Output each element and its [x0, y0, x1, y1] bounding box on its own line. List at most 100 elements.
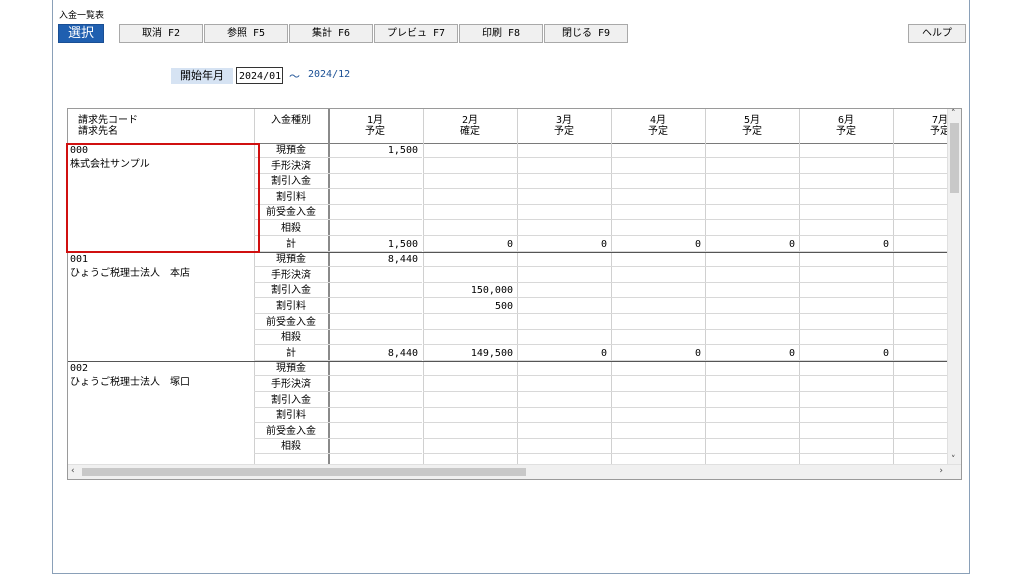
amount-cell[interactable]: [799, 424, 893, 439]
amount-cell[interactable]: [705, 268, 799, 283]
amount-cell[interactable]: [705, 205, 799, 221]
amount-cell[interactable]: [611, 299, 705, 314]
table-row[interactable]: 割引料 500: [68, 299, 948, 315]
amount-cell[interactable]: [517, 159, 611, 174]
amount-cell[interactable]: [423, 252, 517, 268]
amount-cell[interactable]: 0: [517, 346, 611, 361]
amount-cell[interactable]: [893, 237, 948, 252]
amount-cell[interactable]: [517, 408, 611, 424]
amount-cell[interactable]: [328, 315, 422, 330]
amount-cell[interactable]: [611, 408, 705, 424]
amount-cell[interactable]: [799, 299, 893, 314]
vertical-scroll-thumb[interactable]: [950, 123, 959, 193]
amount-cell[interactable]: [893, 159, 948, 174]
table-row[interactable]: 割引料: [68, 408, 948, 424]
amount-cell[interactable]: [328, 221, 422, 236]
amount-cell[interactable]: [705, 221, 799, 236]
amount-cell[interactable]: [893, 408, 948, 424]
amount-cell[interactable]: [799, 330, 893, 346]
table-row[interactable]: 現預金 8,440: [68, 252, 948, 268]
amount-cell[interactable]: [705, 393, 799, 408]
amount-cell[interactable]: [893, 346, 948, 361]
amount-cell[interactable]: [423, 408, 517, 424]
amount-cell[interactable]: 8,440: [328, 346, 422, 361]
table-row[interactable]: 相殺: [68, 439, 948, 455]
amount-cell[interactable]: [611, 377, 705, 392]
amount-cell[interactable]: 150,000: [423, 283, 517, 299]
amount-cell[interactable]: [611, 330, 705, 346]
amount-cell[interactable]: [328, 299, 422, 314]
amount-cell[interactable]: [893, 174, 948, 190]
amount-cell[interactable]: [799, 377, 893, 392]
amount-cell[interactable]: [611, 439, 705, 455]
amount-cell[interactable]: 1,500: [328, 237, 422, 252]
amount-cell[interactable]: [517, 283, 611, 299]
refer-button[interactable]: 参照 F5: [204, 24, 288, 43]
amount-cell[interactable]: 1,500: [328, 143, 422, 158]
amount-cell[interactable]: [799, 205, 893, 221]
table-row[interactable]: 割引入金 150,000: [68, 283, 948, 299]
amount-cell[interactable]: [893, 205, 948, 221]
table-row[interactable]: 計 8,440 149,500 0 0 0 0: [68, 346, 948, 362]
amount-cell[interactable]: [705, 424, 799, 439]
close-button[interactable]: 閉じる F9: [544, 24, 628, 43]
amount-cell[interactable]: [799, 408, 893, 424]
amount-cell[interactable]: 149,500: [423, 346, 517, 361]
amount-cell[interactable]: [611, 174, 705, 190]
amount-cell[interactable]: [893, 268, 948, 283]
cancel-button[interactable]: 取消 F2: [119, 24, 203, 43]
amount-cell[interactable]: [799, 283, 893, 299]
amount-cell[interactable]: [893, 252, 948, 268]
amount-cell[interactable]: 0: [705, 237, 799, 252]
amount-cell[interactable]: 0: [423, 237, 517, 252]
table-row[interactable]: 相殺: [68, 330, 948, 346]
amount-cell[interactable]: [517, 377, 611, 392]
help-button[interactable]: ヘルプ: [908, 24, 966, 43]
amount-cell[interactable]: [423, 205, 517, 221]
amount-cell[interactable]: [423, 361, 517, 377]
amount-cell[interactable]: [799, 143, 893, 158]
amount-cell[interactable]: [517, 143, 611, 158]
amount-cell[interactable]: [893, 377, 948, 392]
amount-cell[interactable]: [705, 174, 799, 190]
amount-cell[interactable]: [611, 190, 705, 205]
amount-cell[interactable]: [799, 315, 893, 330]
amount-cell[interactable]: [893, 439, 948, 455]
amount-cell[interactable]: [328, 439, 422, 455]
amount-cell[interactable]: [893, 190, 948, 205]
amount-cell[interactable]: [893, 393, 948, 408]
amount-cell[interactable]: 500: [423, 299, 517, 314]
table-row[interactable]: 前受金入金: [68, 315, 948, 331]
total-button[interactable]: 集計 F6: [289, 24, 373, 43]
amount-cell[interactable]: 0: [799, 237, 893, 252]
amount-cell[interactable]: [328, 283, 422, 299]
amount-cell[interactable]: [611, 205, 705, 221]
amount-cell[interactable]: [517, 268, 611, 283]
amount-cell[interactable]: [799, 174, 893, 190]
amount-cell[interactable]: 0: [611, 237, 705, 252]
amount-cell[interactable]: [799, 221, 893, 236]
amount-cell[interactable]: [328, 393, 422, 408]
amount-cell[interactable]: [423, 268, 517, 283]
amount-cell[interactable]: [893, 283, 948, 299]
table-row[interactable]: 前受金入金: [68, 424, 948, 440]
table-row[interactable]: 手形決済: [68, 377, 948, 393]
amount-cell[interactable]: [705, 159, 799, 174]
start-period-input[interactable]: 2024/01: [236, 67, 283, 84]
vertical-scrollbar[interactable]: ˄ ˅: [947, 109, 961, 465]
amount-cell[interactable]: [893, 424, 948, 439]
amount-cell[interactable]: [328, 174, 422, 190]
amount-cell[interactable]: [611, 424, 705, 439]
amount-cell[interactable]: [705, 361, 799, 377]
amount-cell[interactable]: [328, 205, 422, 221]
amount-cell[interactable]: [517, 221, 611, 236]
amount-cell[interactable]: [799, 439, 893, 455]
amount-cell[interactable]: [423, 393, 517, 408]
table-row[interactable]: 手形決済: [68, 268, 948, 284]
amount-cell[interactable]: [517, 424, 611, 439]
amount-cell[interactable]: [705, 377, 799, 392]
amount-cell[interactable]: [423, 159, 517, 174]
amount-cell[interactable]: [611, 143, 705, 158]
amount-cell[interactable]: [893, 143, 948, 158]
amount-cell[interactable]: [611, 221, 705, 236]
